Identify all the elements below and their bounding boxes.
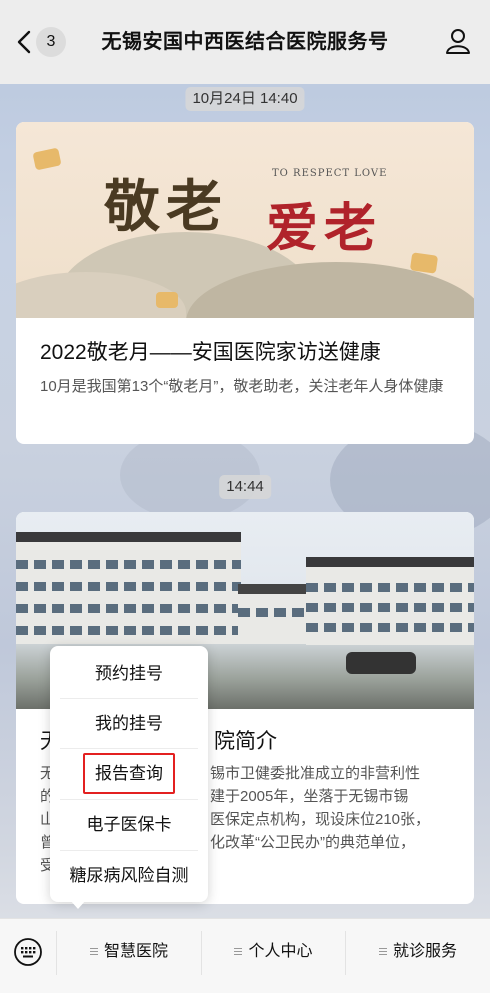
unread-count-badge[interactable]: 3 — [36, 27, 66, 57]
top-navigation-bar: 3 无锡安国中西医结合医院服务号 — [0, 0, 490, 84]
article-banner-image: 敬老 爱老 TO RESPECT LOVE — [16, 122, 474, 318]
article-title-end: 院简介 — [214, 730, 277, 753]
article-desc-fragment: 锡市卫健委批准成立的非营利性 — [210, 765, 421, 782]
bottom-tab-label: 就诊服务 — [392, 943, 457, 960]
menu-item-appointment[interactable]: 预约挂号 — [50, 649, 208, 699]
bottom-menu-bar: 智慧医院 个人中心 就诊服务 — [0, 918, 490, 993]
popup-menu-pointer — [70, 900, 86, 909]
menu-lines-icon — [89, 947, 98, 956]
back-chevron-icon[interactable] — [14, 28, 36, 56]
page-title: 无锡安国中西医结合医院服务号 — [101, 31, 389, 53]
bottom-tab-label: 智慧医院 — [103, 943, 168, 960]
bottom-tab-personal-center[interactable]: 个人中心 — [202, 919, 345, 985]
article-description: 10月是我国第13个“敬老月”，敬老助老，关注老年人身体健康 — [40, 378, 444, 395]
article-desc-fragment: 建于2005年，坐落于无锡市锡 — [210, 788, 409, 805]
banner-headline-accent: 爱老 — [266, 198, 383, 259]
menu-lines-icon — [378, 947, 387, 956]
bottom-tab-medical-services[interactable]: 就诊服务 — [346, 919, 490, 985]
article-desc-fragment: 医保定点机构，现设床位210张， — [210, 811, 431, 828]
menu-lines-icon — [234, 947, 243, 956]
article-card[interactable]: 敬老 爱老 TO RESPECT LOVE 2022敬老月——安国医院家访送健康… — [16, 122, 474, 444]
user-icon[interactable] — [444, 27, 472, 55]
article-title: 2022敬老月——安国医院家访送健康 — [40, 341, 381, 364]
keyboard-icon[interactable] — [13, 937, 43, 967]
highlight-box — [83, 753, 175, 794]
banner-subtitle: TO RESPECT LOVE — [272, 168, 388, 179]
timestamp: 10月24日 14:40 — [185, 87, 305, 111]
bottom-tab-label: 个人中心 — [248, 943, 313, 960]
menu-item-diabetes-risk-test[interactable]: 糖尿病风险自测 — [50, 851, 208, 901]
menu-item-medical-insurance-card[interactable]: 电子医保卡 — [50, 800, 208, 850]
article-desc-fragment: 化改革“公卫民办”的典范单位， — [210, 834, 415, 851]
bottom-tab-smart-hospital[interactable]: 智慧医院 — [57, 919, 201, 985]
banner-headline-main: 敬老 — [104, 174, 228, 240]
timestamp: 14:44 — [219, 475, 271, 499]
menu-item-my-appointments[interactable]: 我的挂号 — [50, 699, 208, 749]
